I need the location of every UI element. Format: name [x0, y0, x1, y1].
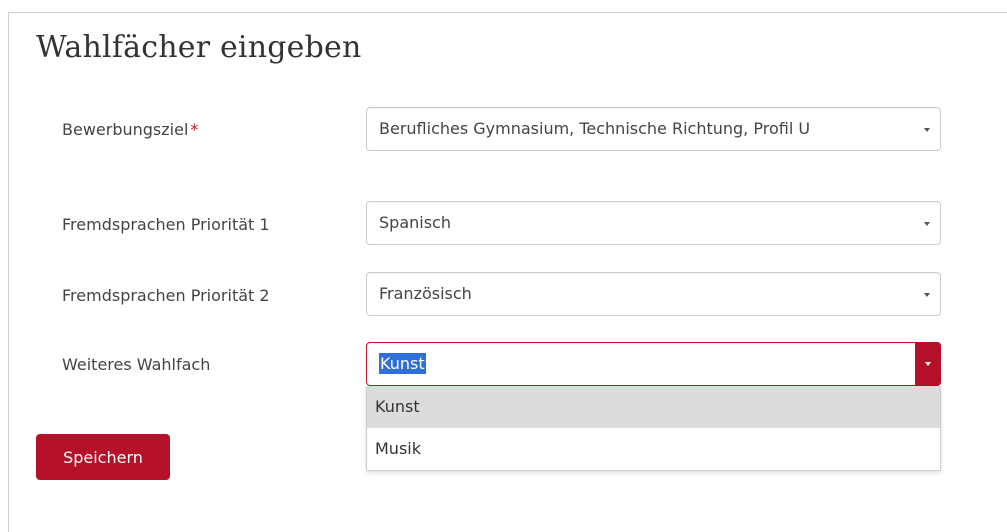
chevron-down-icon	[924, 128, 930, 132]
weiteres-wahlfach-dropdown: Kunst Musik	[366, 386, 941, 471]
fremdsprache-1-value: Spanisch	[379, 213, 451, 232]
chevron-down-icon	[925, 362, 931, 366]
weiteres-wahlfach-value: Kunst	[379, 353, 426, 374]
dropdown-option-musik[interactable]: Musik	[367, 428, 940, 470]
fremdsprache-2-select[interactable]: Französisch	[366, 272, 941, 316]
chevron-down-icon	[924, 293, 930, 297]
bewerbungsziel-label-text: Bewerbungsziel	[62, 120, 189, 139]
page-title: Wahlfächer eingeben	[36, 30, 362, 65]
bewerbungsziel-label: Bewerbungsziel *	[62, 120, 198, 139]
fremdsprache-2-value: Französisch	[379, 284, 472, 303]
save-button[interactable]: Speichern	[36, 434, 170, 480]
bewerbungsziel-value: Berufliches Gymnasium, Technische Richtu…	[379, 119, 811, 138]
weiteres-wahlfach-label: Weiteres Wahlfach	[62, 355, 211, 374]
chevron-down-icon	[924, 222, 930, 226]
bewerbungsziel-select[interactable]: Berufliches Gymnasium, Technische Richtu…	[366, 107, 941, 151]
required-marker: *	[190, 120, 199, 139]
fremdsprache-1-select[interactable]: Spanisch	[366, 201, 941, 245]
dropdown-toggle-button[interactable]	[915, 342, 941, 386]
fremdsprache-1-label: Fremdsprachen Priorität 1	[62, 215, 270, 234]
fremdsprache-2-label: Fremdsprachen Priorität 2	[62, 286, 270, 305]
weiteres-wahlfach-select[interactable]: Kunst	[366, 342, 941, 386]
dropdown-option-kunst[interactable]: Kunst	[367, 386, 940, 428]
